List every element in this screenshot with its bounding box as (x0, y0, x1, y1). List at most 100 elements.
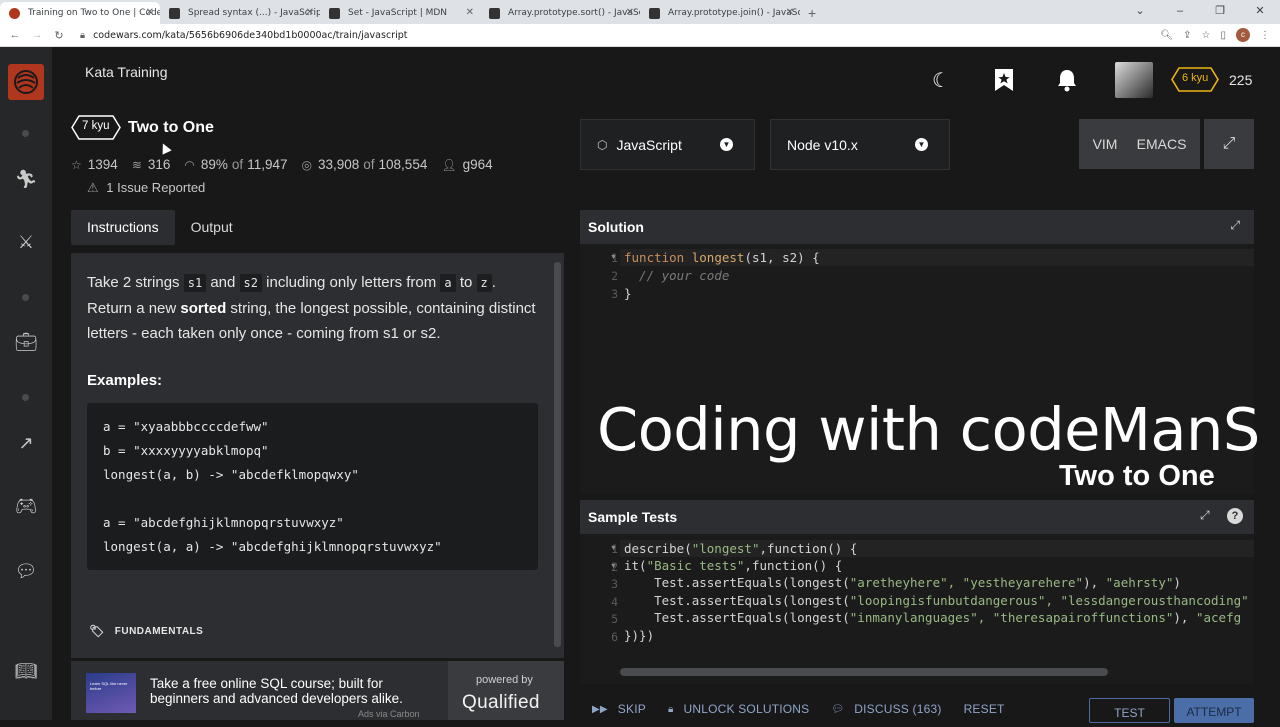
browser-tab-codewars[interactable]: Training on Two to One | Codewars ✕ (0, 2, 160, 24)
tab-instructions[interactable]: Instructions (71, 210, 175, 245)
rank-label: 6 kyu (1182, 72, 1209, 84)
reset-button[interactable]: RESET (964, 698, 1005, 720)
keyword: function (624, 250, 685, 265)
discord-icon[interactable]: 🎮︎ (14, 494, 38, 518)
ad-image: Learn SQL like never before (86, 673, 136, 713)
layers-icon: ≋ (131, 157, 142, 172)
language-select[interactable]: ⬡ JavaScript ▼ (580, 119, 755, 170)
code-string: "acefg (1195, 610, 1242, 625)
description-text: Take 2 strings s1 and s2 including only … (87, 270, 542, 346)
issues-link[interactable]: ⚠ 1 Issue Reported (87, 180, 205, 196)
new-tab-icon[interactable]: + (800, 2, 824, 24)
discuss-button[interactable]: 💬︎ DISCUSS (163) (831, 698, 941, 720)
codewars-logo-icon[interactable] (8, 64, 44, 100)
line-number: 4 (611, 595, 618, 609)
back-icon[interactable]: ← (4, 29, 26, 41)
kyu-label: 7 kyu (82, 120, 110, 132)
sidepanel-icon[interactable]: ▯ (1220, 30, 1226, 41)
emacs-mode-button[interactable]: EMACS (1137, 136, 1187, 152)
practice-icon[interactable]: 🏃︎ (14, 167, 38, 191)
browser-tab-spread[interactable]: Spread syntax (...) - JavaScript | MDN ✕ (160, 2, 320, 24)
dark-mode-moon-icon[interactable]: ☾ (932, 68, 950, 93)
stars-stat[interactable]: ☆ 1394 (71, 157, 118, 172)
chat-icon[interactable]: 💬︎ (14, 559, 38, 583)
url-field[interactable]: 🔒︎ codewars.com/kata/5656b6906de340bd1b00… (80, 30, 1160, 41)
ad-via[interactable]: Ads via Carbon (358, 709, 420, 719)
fold-icon[interactable]: ▼ (610, 545, 617, 552)
sample-tests-header: Sample Tests ⤢ ? (580, 500, 1254, 534)
solution-title: Solution (588, 219, 644, 235)
expand-tests-icon[interactable]: ⤢ (1200, 508, 1210, 523)
close-tab-icon[interactable]: ✕ (306, 2, 314, 24)
tab-search-icon[interactable]: ⌄ (1120, 0, 1160, 24)
attempt-button[interactable]: ATTEMPT (1174, 698, 1254, 723)
instructions-scrollbar[interactable] (554, 262, 561, 647)
kata-tag[interactable]: 🏷︎ FUNDAMENTALS (89, 624, 203, 638)
ad-text[interactable]: Take a free online SQL course; built for… (150, 676, 430, 706)
bookmarks-icon[interactable] (993, 68, 1015, 92)
kata-stats: ☆ 1394 ≋ 316 ◠ 89% of 11,947 ◎ 33,908 of 108,554… (71, 157, 507, 172)
reload-icon[interactable]: ↻ (48, 29, 70, 42)
close-tab-icon[interactable]: ✕ (786, 2, 794, 24)
notifications-bell-icon[interactable] (1056, 68, 1078, 92)
skip-forward-icon: ▶▶ (592, 703, 608, 715)
line-number: 3 (611, 287, 618, 301)
expand-solution-icon[interactable]: ⤢ (1230, 218, 1240, 233)
browser-tab-sort[interactable]: Array.prototype.sort() - JavaScript ✕ (480, 2, 640, 24)
tests-horizontal-scrollbar[interactable] (620, 668, 1108, 676)
codewars-favicon-icon (9, 8, 20, 19)
tab-title: Training on Two to One | Codewars (28, 8, 160, 18)
code-string: "inmanylanguages", "theresapairoffunctio… (849, 610, 1174, 625)
mouse-cursor (158, 141, 172, 155)
runtime-version-select[interactable]: Node v10.x ▼ (770, 119, 950, 170)
bookmark-star-icon[interactable]: ☆ (1202, 30, 1211, 41)
tab-title: Array.prototype.join() - JavaScript (668, 8, 800, 18)
desc-text-part: including only letters from (262, 274, 441, 291)
close-window-icon[interactable]: ✕ (1240, 0, 1280, 24)
window-controls: ⌄ – ❐ ✕ (1120, 0, 1280, 24)
lock-icon: 🔒︎ (80, 29, 86, 41)
minimize-icon[interactable]: – (1160, 0, 1200, 24)
browser-tab-join[interactable]: Array.prototype.join() - JavaScript ✕ (640, 2, 800, 24)
fold-icon[interactable]: ▼ (610, 563, 617, 570)
browser-menu-icon[interactable]: ⋮ (1260, 30, 1270, 41)
fullscreen-expand-icon[interactable]: ⤢ (1204, 119, 1254, 169)
javascript-icon: ⬡ (597, 137, 608, 152)
profile-avatar[interactable]: c (1236, 28, 1250, 42)
forward-icon[interactable]: → (26, 29, 48, 41)
close-tab-icon[interactable]: ✕ (466, 2, 474, 24)
code-string: "longest" (691, 541, 760, 556)
share-icon[interactable]: ⇪ (1183, 30, 1191, 41)
carbon-ad[interactable]: Learn SQL like never before Take a free … (71, 661, 564, 720)
briefcase-icon[interactable]: 💼︎ (14, 330, 38, 354)
test-button[interactable]: TEST (1089, 698, 1170, 723)
leaderboard-trend-icon[interactable]: ↗ (14, 431, 38, 455)
language-label: JavaScript (616, 136, 682, 153)
code-text: it( (624, 558, 647, 573)
help-icon[interactable]: ? (1227, 508, 1243, 524)
author-stat[interactable]: 👤︎ g964 (441, 157, 492, 172)
user-avatar[interactable] (1115, 62, 1153, 98)
lock-icon: 🔒︎ (667, 703, 674, 715)
close-tab-icon[interactable]: ✕ (146, 2, 154, 24)
mdn-favicon-icon (489, 8, 500, 19)
vim-mode-button[interactable]: VIM (1093, 136, 1118, 152)
keybinding-mode-group: VIM EMACS (1079, 119, 1200, 169)
skip-button[interactable]: ▶▶ SKIP (592, 698, 646, 720)
restore-icon[interactable]: ❐ (1200, 0, 1240, 24)
fold-icon[interactable]: ▼ (610, 254, 617, 261)
zoom-icon[interactable]: 🔍︎ (1160, 30, 1173, 41)
close-tab-icon[interactable]: ✕ (626, 2, 634, 24)
tab-output[interactable]: Output (175, 210, 249, 245)
sample-tests-editor[interactable]: 1 ▼ describe("longest",function() { 2 ▼ it… (580, 534, 1254, 684)
unlock-solutions-button[interactable]: 🔒︎ UNLOCK SOLUTIONS (668, 698, 809, 720)
skip-label: SKIP (617, 702, 646, 716)
browser-tab-set[interactable]: Set - JavaScript | MDN ✕ (320, 2, 480, 24)
training-icon[interactable]: ⚔︎ (14, 230, 38, 254)
collections-stat[interactable]: ≋ 316 (132, 157, 171, 172)
mdn-favicon-icon (329, 8, 340, 19)
qualified-promo[interactable]: powered by Qualified (448, 661, 564, 720)
desc-text-part: and (206, 274, 240, 291)
docs-book-icon[interactable]: 📖︎ (14, 659, 38, 683)
tag-label: FUNDAMENTALS (114, 625, 204, 637)
